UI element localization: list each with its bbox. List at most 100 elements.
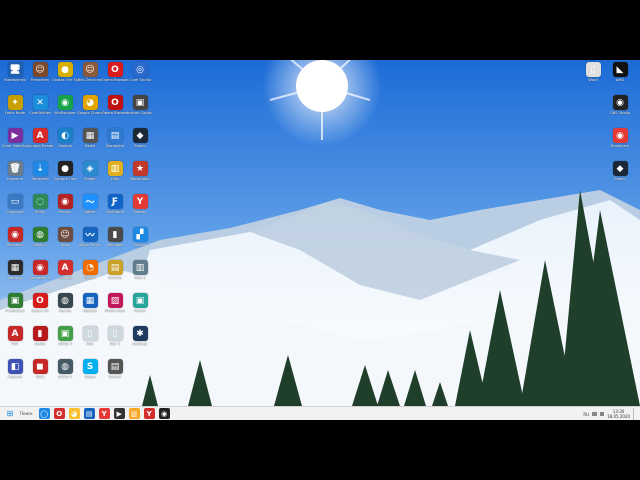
desktop-icon-14[interactable]: A Acrobat Reader: [27, 128, 53, 148]
desktop-icon-22[interactable]: ◈ Snagit: [77, 161, 103, 181]
icon-18-icon: ◆: [132, 128, 148, 143]
desktop-icon-1[interactable]: 🖥 Компьютер: [2, 62, 28, 82]
desktop-icon-24[interactable]: ★ MapsEditor: [127, 161, 153, 181]
taskbar-opera-icon[interactable]: O: [53, 408, 65, 419]
desktop-icon-10[interactable]: ◕ Google Chrome: [77, 95, 103, 115]
icon-64-icon: ▯: [585, 62, 601, 77]
desktop-icon-4[interactable]: ☺ Bild Zeichnen: [77, 62, 103, 82]
desktop-icon-42[interactable]: ▥ Files 2: [127, 260, 153, 280]
desktop-icon-11[interactable]: O Opera Browser: [102, 95, 128, 115]
desktop-icon-6[interactable]: ◎ Corel Studio: [127, 62, 153, 82]
desktop-icon-59[interactable]: ▤ Recent: [102, 359, 128, 379]
icon-12-label: Instant Capture: [127, 111, 153, 115]
icon-28-label: Wave: [85, 210, 95, 214]
taskbar-yandex-icon[interactable]: Y: [98, 408, 110, 419]
desktop-icon-25[interactable]: ▭ Computer: [2, 194, 28, 214]
desktop-icon-2[interactable]: ☺ Fernsehen: [27, 62, 53, 82]
icon-43-icon: ▣: [7, 293, 23, 308]
desktop-icon-40[interactable]: ◔ Player: [77, 260, 103, 280]
desktop-icon-45[interactable]: ◍ Games: [52, 293, 78, 313]
desktop-icon-48[interactable]: ▣ Viewer: [127, 293, 153, 313]
desktop-icon-46[interactable]: ▦ Reports: [77, 293, 103, 313]
desktop-icon-34[interactable]: 〰 Wave Player: [77, 227, 103, 247]
icon-26-icon: ◌: [32, 194, 48, 209]
desktop-icon-62[interactable]: ◉ Bandicam: [607, 128, 633, 148]
desktop-icon-49[interactable]: A PDF: [2, 326, 28, 346]
desktop-icon-20[interactable]: ⇣ Загрузки: [27, 161, 53, 181]
desktop-icon-47[interactable]: ▨ Media Pack: [102, 293, 128, 313]
desktop-icon-64[interactable]: ▯ Word: [580, 62, 606, 82]
desktop-icon-57[interactable]: ◍ Utility 4: [52, 359, 78, 379]
desktop-icon-15[interactable]: ◐ Capture: [52, 128, 78, 148]
icon-14-label: Acrobat Reader: [27, 144, 53, 148]
desktop-icon-19[interactable]: 🗑 Корзина: [2, 161, 28, 181]
desktop-icon-23[interactable]: ▥ Files: [102, 161, 128, 181]
desktop-icon-55[interactable]: ◧ Capture: [2, 359, 28, 379]
taskbar-cortana-icon[interactable]: ◯: [38, 408, 50, 419]
desktop-icon-5[interactable]: O Opera Browser: [102, 62, 128, 82]
icon-27-label: Photos: [58, 210, 72, 214]
icon-10-label: Google Chrome: [77, 111, 103, 115]
desktop-icon-51[interactable]: ▣ Utility 3: [52, 326, 78, 346]
taskbar-ybrowser-icon[interactable]: Y: [143, 408, 155, 419]
desktop-icon-26[interactable]: ◌ Utility: [27, 194, 53, 214]
desktop-icon-63[interactable]: ◆ Steam: [607, 161, 633, 181]
show-desktop-button[interactable]: [633, 408, 636, 420]
desktop-icon-16[interactable]: ▦ Media: [77, 128, 103, 148]
desktop-icon-12[interactable]: ▣ Instant Capture: [127, 95, 153, 115]
icon-59-icon: ▤: [107, 359, 123, 374]
desktop-icon-38[interactable]: ◉ Recorder 2: [27, 260, 53, 280]
desktop-icon-3[interactable]: ● Ovotas The Sly: [52, 62, 78, 82]
desktop-icon-7[interactable]: ✦ Fonts Node: [2, 95, 28, 115]
system-tray: RU 13:30 18.05.2020: [583, 407, 636, 420]
desktop-icon-31[interactable]: ◉ Recorder: [2, 227, 28, 247]
start-button[interactable]: ⊞: [0, 408, 20, 420]
taskbar-chrome-icon[interactable]: ◕: [68, 408, 80, 419]
icon-15-label: Capture: [57, 144, 73, 148]
taskbar-explorer-icon[interactable]: ▥: [128, 408, 140, 419]
desktop-screen: 🖥 Компьютер ☺ Fernsehen ● Ovotas The Sly ☺ Bild…: [0, 60, 640, 420]
desktop-icon-33[interactable]: ☺ Tools: [52, 227, 78, 247]
volume-icon[interactable]: [600, 412, 605, 416]
clock-date: 18.05.2020: [607, 414, 630, 419]
desktop-icon-21[interactable]: ● Capture One: [52, 161, 78, 181]
taskbar-store-icon[interactable]: ▤: [83, 408, 95, 419]
windows-logo-icon: ⊞: [6, 409, 14, 418]
icon-13-icon: ▶: [7, 128, 23, 143]
desktop-icon-44[interactable]: O Opera GX: [27, 293, 53, 313]
desktop-icon-56[interactable]: ◼ Nero: [27, 359, 53, 379]
desktop-icon-53[interactable]: ▯ Doc 2: [102, 326, 128, 346]
network-icon[interactable]: [592, 412, 598, 416]
taskbar-media-icon[interactable]: ▶: [113, 408, 125, 419]
desktop-icon-36[interactable]: ▞ Blocks: [127, 227, 153, 247]
desktop-icon-9[interactable]: ◉ WinExplorer: [52, 95, 78, 115]
desktop-icon-43[interactable]: ▣ Photoshop: [2, 293, 28, 313]
search-box[interactable]: Поиск: [20, 408, 33, 420]
desktop-icon-54[interactable]: ✱ Settings: [127, 326, 153, 346]
desktop-icon-27[interactable]: ◉ Photos: [52, 194, 78, 214]
desktop-icon-60[interactable]: ◣ AMD: [607, 62, 633, 82]
desktop-icon-39[interactable]: A Acrobat: [52, 260, 78, 280]
desktop-icon-58[interactable]: S Skype: [77, 359, 103, 379]
desktop-icon-17[interactable]: ▤ Document: [102, 128, 128, 148]
desktop-icon-50[interactable]: ▮ Audio: [27, 326, 53, 346]
icon-54-icon: ✱: [132, 326, 148, 341]
desktop-icon-41[interactable]: ▤ Archive: [102, 260, 128, 280]
icon-1-label: Компьютер: [4, 78, 26, 82]
desktop-icon-29[interactable]: Ƒ FastStone: [102, 194, 128, 214]
icon-29-label: FastStone: [106, 210, 124, 214]
desktop-icon-61[interactable]: ◉ OBS Studio: [607, 95, 633, 115]
taskbar-obs-icon[interactable]: ◉: [158, 408, 170, 419]
desktop-icon-35[interactable]: ▮ Manager: [102, 227, 128, 247]
clock[interactable]: 13:30 18.05.2020: [607, 409, 630, 419]
desktop-icon-8[interactable]: ✕ CoreUtilities: [27, 95, 53, 115]
icon-55-label: Capture: [7, 375, 23, 379]
desktop-icon-13[interactable]: ▶Corel VideoStudio: [2, 128, 28, 148]
language-indicator[interactable]: RU: [583, 412, 589, 417]
desktop-icon-28[interactable]: 〜 Wave: [77, 194, 103, 214]
desktop-icon-30[interactable]: Y Яндекс: [127, 194, 153, 214]
desktop-icon-52[interactable]: ▯ Doc: [77, 326, 103, 346]
desktop-icon-37[interactable]: ▦ Settings: [2, 260, 28, 280]
desktop-icon-18[interactable]: ◆ Steam: [127, 128, 153, 148]
desktop-icon-32[interactable]: ◍ Utility 2: [27, 227, 53, 247]
